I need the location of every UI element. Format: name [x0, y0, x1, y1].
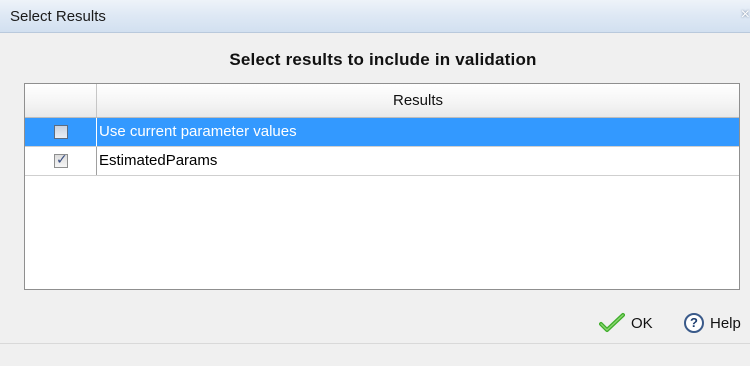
ok-label: OK [631, 314, 653, 332]
close-button[interactable]: × [736, 4, 750, 26]
result-name[interactable]: Use current parameter values [99, 118, 739, 146]
ok-button[interactable]: OK [599, 310, 653, 336]
checkbox-cell [25, 118, 97, 146]
results-column-header[interactable]: Results [97, 84, 739, 117]
result-name[interactable]: EstimatedParams [99, 147, 739, 175]
status-bar [0, 343, 750, 366]
checkbox-column-header[interactable] [25, 84, 97, 117]
results-table: Results Use current parameter values ✓ E… [24, 83, 740, 290]
window-title: Select Results [10, 8, 106, 25]
include-checkbox[interactable]: ✓ [54, 151, 68, 168]
table-row[interactable]: ✓ EstimatedParams [25, 147, 739, 176]
table-row[interactable]: Use current parameter values [25, 118, 739, 147]
checkmark-icon [599, 313, 625, 332]
include-checkbox[interactable] [54, 125, 68, 139]
dialog-heading: Select results to include in validation [229, 50, 537, 69]
table-header: Results [25, 84, 739, 118]
checkbox-cell: ✓ [25, 147, 97, 175]
help-label: Help [710, 314, 741, 332]
checkmark-icon: ✓ [56, 151, 68, 167]
help-button[interactable]: ? Help [684, 310, 741, 336]
select-results-dialog: Select Results × Select results to inclu… [0, 0, 750, 366]
title-bar: Select Results × [0, 0, 750, 33]
help-icon: ? [684, 313, 704, 333]
